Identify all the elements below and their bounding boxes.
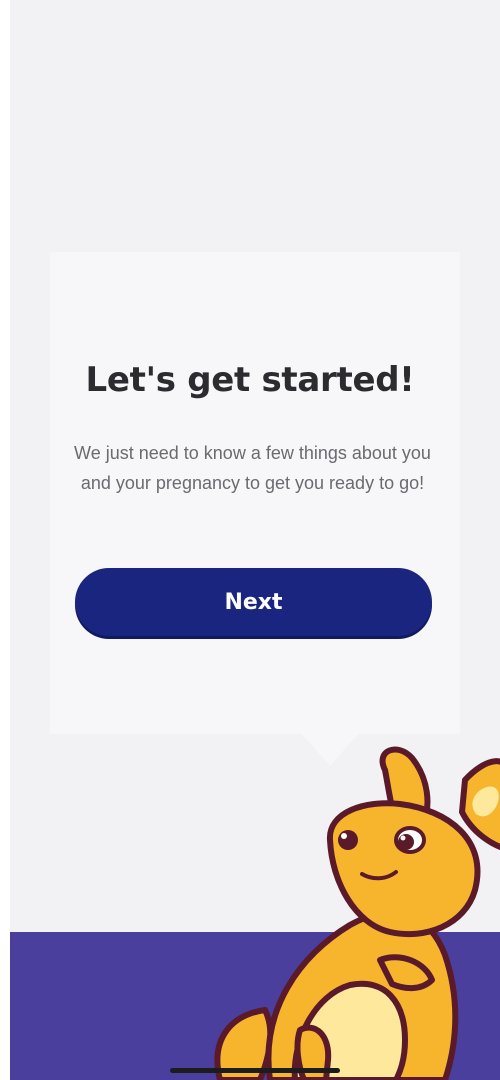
next-button[interactable]: Next [75, 568, 432, 636]
home-indicator[interactable] [170, 1068, 340, 1073]
onboarding-screen: Let's get started! We just need to know … [0, 0, 500, 1080]
kangaroo-mascot-icon [214, 746, 500, 1080]
screen-edge [0, 0, 10, 1080]
page-title: Let's get started! [85, 360, 415, 400]
intro-text: We just need to know a few things about … [74, 443, 431, 493]
